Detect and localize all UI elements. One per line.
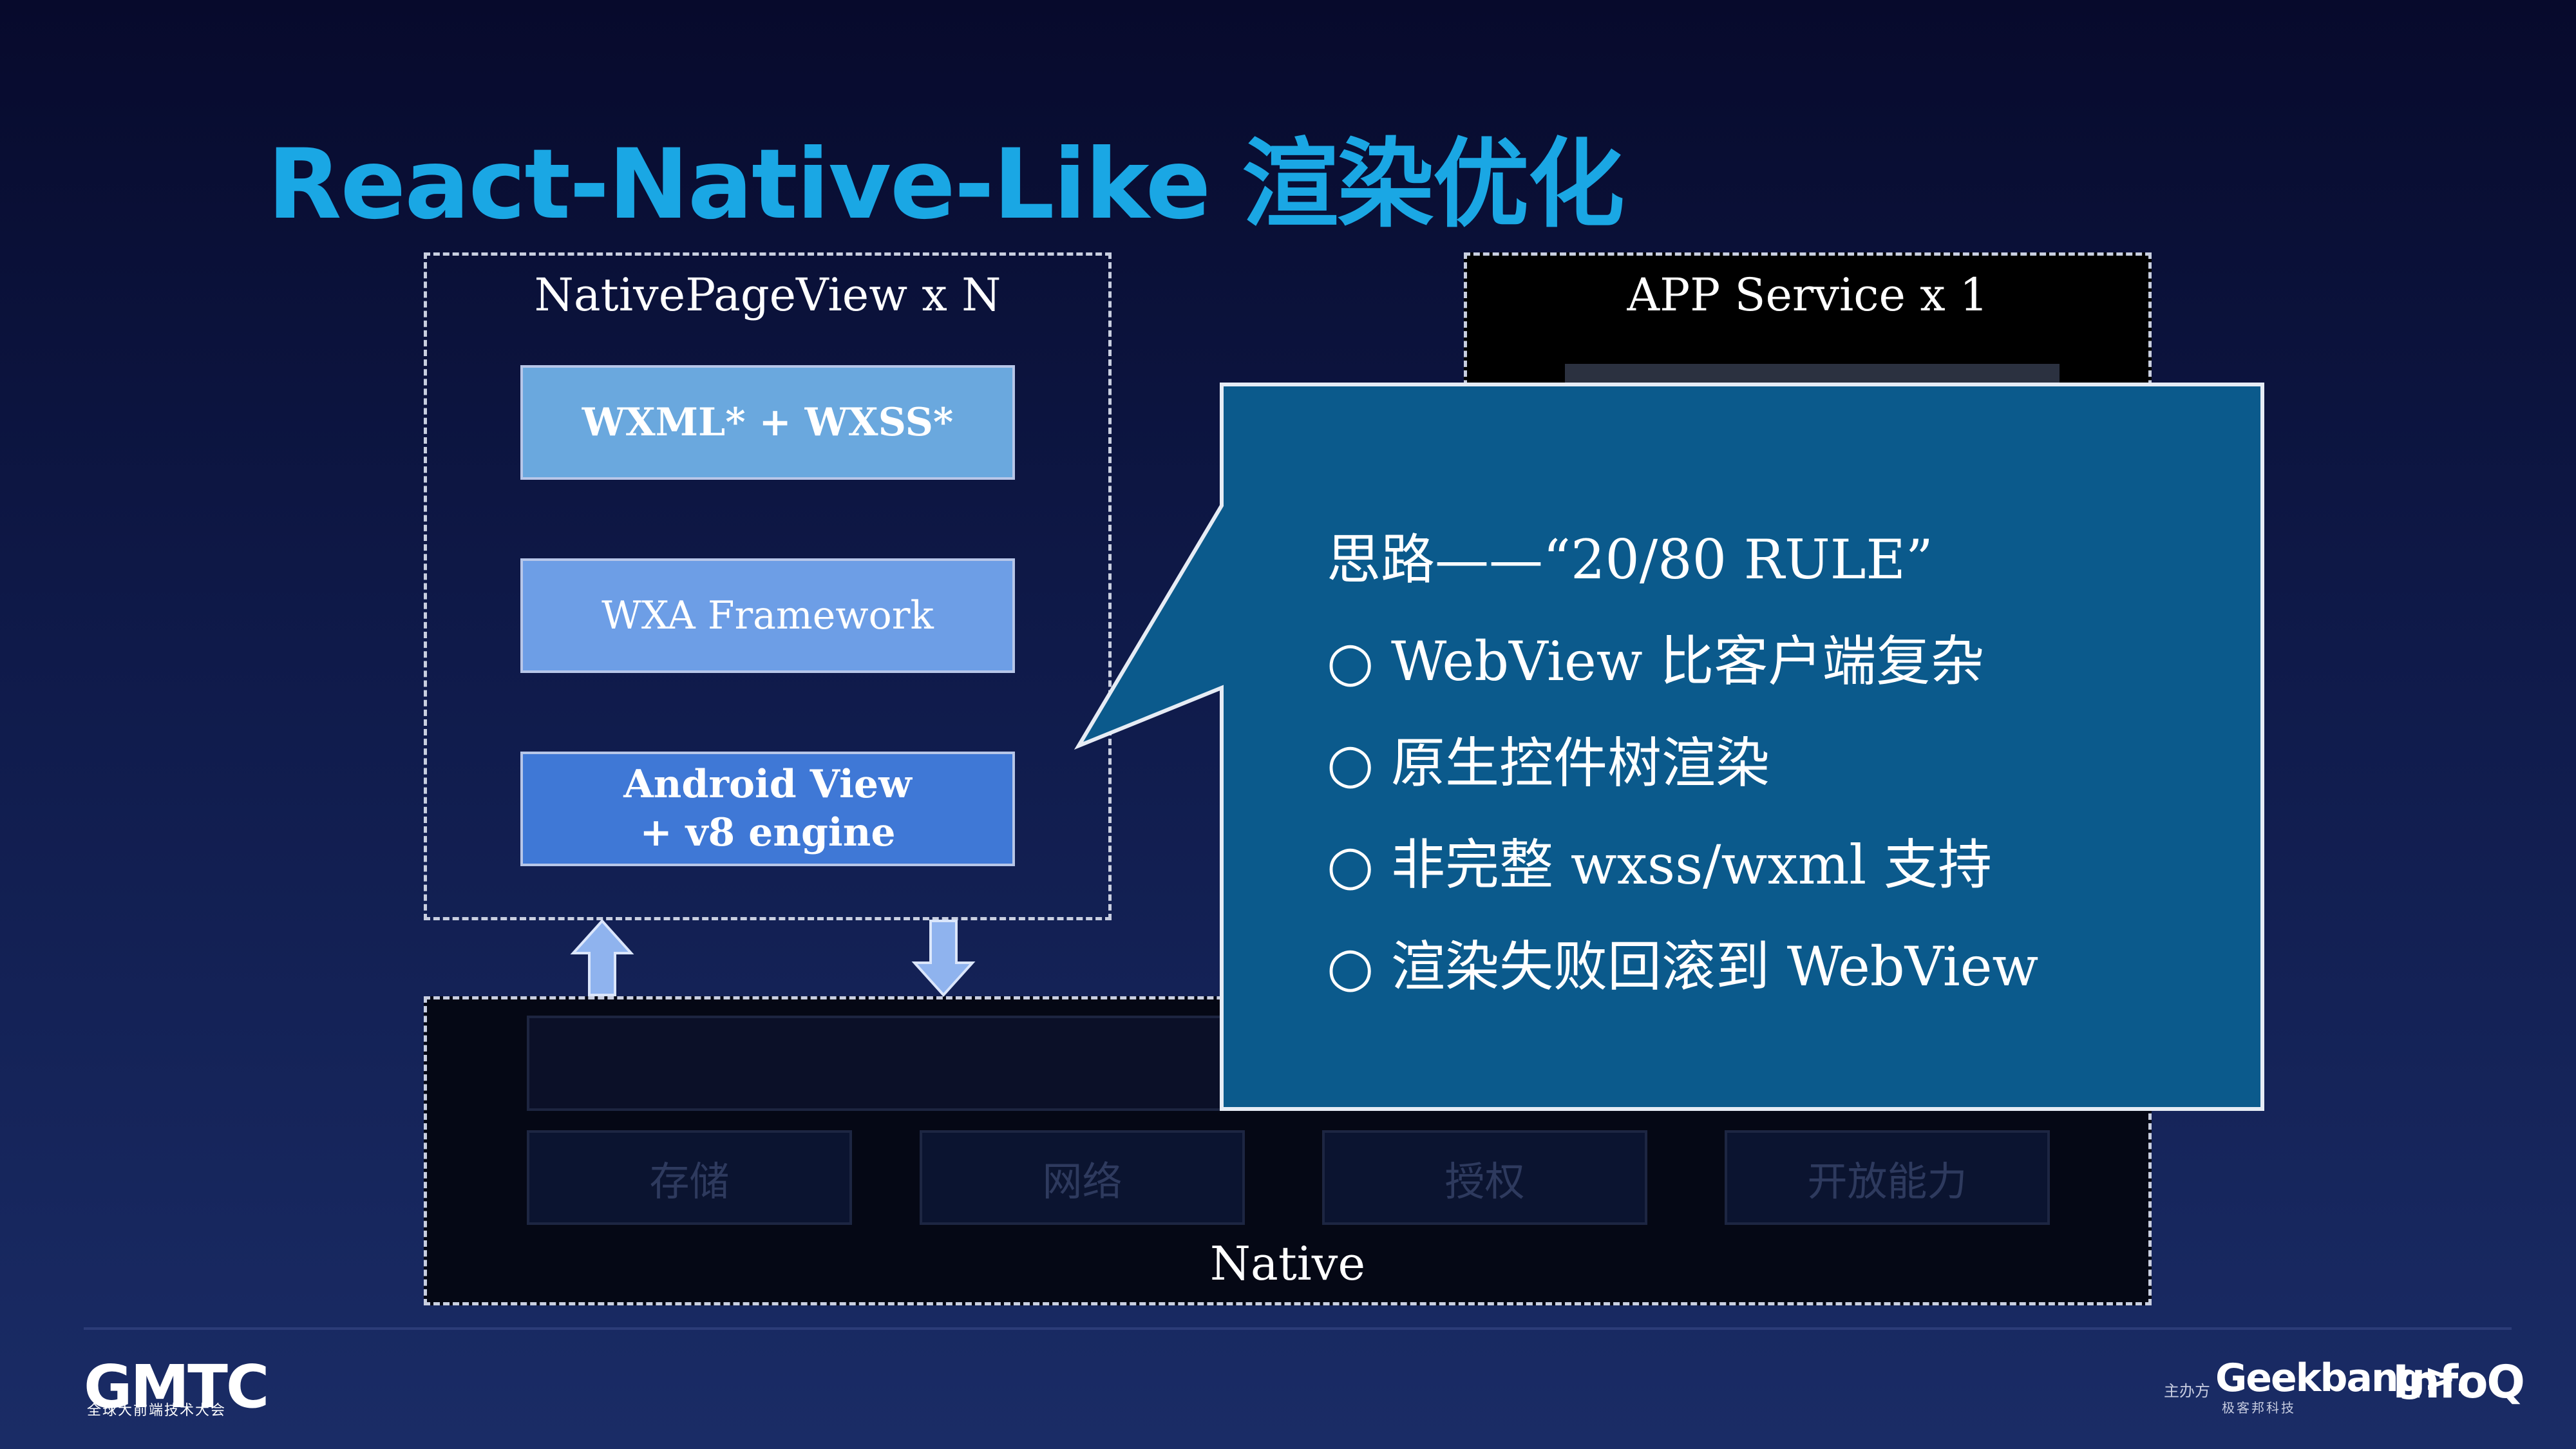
up-arrow-icon bbox=[570, 919, 634, 996]
callout-bullet-4: ○ 渲染失败回滚到 WebView bbox=[1327, 935, 2039, 998]
infoq-logo: InfoQ bbox=[2392, 1356, 2525, 1408]
callout-bullet-2: ○ 原生控件树渲染 bbox=[1327, 732, 1770, 795]
callout-heading: 思路——“20/80 RULE” bbox=[1327, 528, 1933, 591]
callout-text: 思路——“20/80 RULE” ○ WebView 比客户端复杂 ○ 原生控件… bbox=[1327, 509, 2038, 1018]
sponsor-label: 主办方 bbox=[2164, 1382, 2210, 1400]
footer-divider bbox=[84, 1327, 2512, 1330]
diagram-shapes bbox=[570, 383, 2264, 1111]
callout-bullet-3: ○ 非完整 wxss/wxml 支持 bbox=[1327, 833, 1992, 896]
gmtc-subtitle: 全球大前端技术大会 bbox=[87, 1403, 227, 1419]
callout-bullet-1: ○ WebView 比客户端复杂 bbox=[1327, 630, 1985, 693]
down-arrow-icon bbox=[911, 920, 976, 997]
geekbang-subtitle: 极客邦科技 bbox=[2222, 1400, 2296, 1416]
